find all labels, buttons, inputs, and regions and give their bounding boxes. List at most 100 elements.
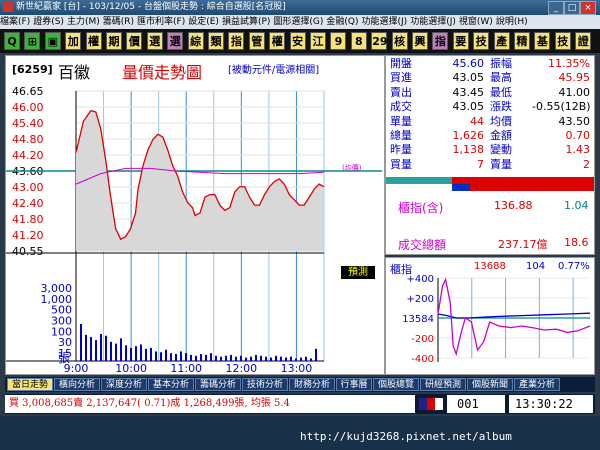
menu-item[interactable]: 說明(H) <box>496 17 528 27</box>
toolbar-button[interactable]: 8 <box>350 32 367 50</box>
volume-bar <box>165 349 167 361</box>
quote-value: 1,138 <box>452 143 485 157</box>
toolbar-button[interactable]: 要 <box>452 32 469 50</box>
volume-bar <box>280 356 282 361</box>
menu-item[interactable]: 損益試算(P) <box>222 17 270 27</box>
quote-label: 最高 <box>490 71 512 85</box>
volume-bar <box>265 356 267 361</box>
toolbar-button[interactable]: 加 <box>65 32 82 50</box>
price-tick-label: 43.00 <box>12 181 44 194</box>
menu-item[interactable]: 功能選擇(J) <box>410 17 456 27</box>
toolbar-button[interactable]: ⊞ <box>24 32 41 50</box>
time-tick-label: 11:00 <box>170 362 202 374</box>
ind-value: 13688 <box>474 261 506 272</box>
prediction-button[interactable]: 預測 <box>341 266 375 279</box>
quote-value: 43.05 <box>452 100 485 114</box>
maximize-button[interactable]: □ <box>564 1 580 15</box>
quote-table: 開盤 45.60 振幅 11.35% 買進 43.05 最高 45.95 賣出 43.45 最低 41… <box>386 57 594 175</box>
toolbar-button[interactable]: 29 <box>371 32 388 50</box>
analysis-tab[interactable]: 當日走勢 <box>7 378 53 391</box>
close-button[interactable]: × <box>580 1 596 15</box>
toolbar-button[interactable]: 興 <box>412 32 428 50</box>
analysis-tab[interactable]: 財務分析 <box>289 378 335 391</box>
toolbar-button[interactable]: 精 <box>514 32 530 50</box>
toolbar-button[interactable]: 期 <box>106 32 122 50</box>
analysis-tab[interactable]: 橫向分析 <box>54 378 100 391</box>
menu-item[interactable]: 圖形選擇(G) <box>273 17 323 27</box>
volume-bar <box>90 337 92 361</box>
toolbar-button[interactable]: 類 <box>208 32 224 50</box>
analysis-tab[interactable]: 個股總覽 <box>373 378 419 391</box>
turnover-value: 237.17億 <box>498 238 548 251</box>
menu-item[interactable]: 功能選擇(J) <box>362 17 408 27</box>
clock: 13:30:22 <box>509 395 593 413</box>
quote-value: -0.55(12B) <box>532 100 591 114</box>
volume-bar <box>155 351 157 361</box>
volume-bar <box>125 345 127 361</box>
price-volume-chart: 9:00 10:00 11:00 12:00 13:0046.6546.0045.404… <box>6 85 382 374</box>
volume-unit-label: 張 <box>58 351 70 365</box>
toolbar-button[interactable]: 技 <box>554 32 571 50</box>
toolbar-button[interactable]: ▣ <box>44 32 61 50</box>
toolbar-button[interactable]: 權 <box>85 32 102 50</box>
menu-item[interactable]: 視窗(W) <box>459 17 493 27</box>
toolbar-button[interactable]: 核 <box>391 32 408 50</box>
menu-item[interactable]: 籌碼(R) <box>103 17 134 27</box>
toolbar-button[interactable]: 綜 <box>187 32 204 50</box>
toolbar-button[interactable]: 證 <box>575 32 592 50</box>
menu-item[interactable]: 設定(E) <box>188 17 219 27</box>
price-tick-label: 44.20 <box>12 149 44 162</box>
toolbar-button[interactable]: 安 <box>289 32 306 50</box>
menu-item[interactable]: 證券(S) <box>33 17 64 27</box>
toolbar-button[interactable]: Q <box>4 32 20 50</box>
volume-bar <box>305 356 307 361</box>
analysis-tab[interactable]: 個股新聞 <box>467 378 513 391</box>
toolbar-button[interactable]: 江 <box>310 32 326 50</box>
price-tick-label: 41.80 <box>12 213 44 226</box>
turnover-change: 18.6 <box>564 236 589 249</box>
quote-row: 成交 43.05 漲跌 -0.55(12B) <box>386 100 596 114</box>
toolbar-button[interactable]: 指 <box>432 32 449 50</box>
menu-item[interactable]: 檔案(F) <box>0 17 30 27</box>
analysis-tab[interactable]: 籌碼分析 <box>195 378 241 391</box>
quote-value: 11.35% <box>548 57 590 70</box>
quote-label: 金額 <box>490 129 512 142</box>
price-chart-pane: [6259] 百徽 量價走勢圖 [被動元件/電源相關] 9:00 10:00 11:… <box>5 55 385 375</box>
ind-tick-label: 13584 <box>402 314 434 325</box>
toolbar-button[interactable]: 管 <box>248 32 265 50</box>
analysis-tab[interactable]: 研經預測 <box>420 378 466 391</box>
toolbar: Q ⊞ ▣ 加權期價選選綜類指管權安江 9 8 29 核興指要技產精基技證 <box>0 29 600 53</box>
quote-row: 昨量 1,138 變動 1.43 <box>386 143 596 157</box>
quote-row: 總量 1,626 金額 0.70 <box>386 129 596 143</box>
quote-label: 單量 <box>390 114 412 128</box>
analysis-tab[interactable]: 技術分析 <box>242 378 288 391</box>
quote-value: 43.05 <box>452 71 485 85</box>
menu-item[interactable]: 匯市利率(F) <box>137 17 185 27</box>
toolbar-button[interactable]: 權 <box>269 32 286 50</box>
toolbar-button[interactable]: 基 <box>534 32 551 50</box>
code-box[interactable]: 001 <box>447 395 505 413</box>
otc-index-chart: +400 +200 13584 -200 -400 <box>402 274 591 365</box>
analysis-tab[interactable]: 行事曆 <box>336 378 372 391</box>
toolbar-button[interactable]: 價 <box>126 32 143 50</box>
analysis-tab[interactable]: 基本分析 <box>148 378 194 391</box>
analysis-tab[interactable]: 產業分析 <box>514 378 560 391</box>
price-tick-label: 40.55 <box>12 245 44 258</box>
ind-tick-label: -400 <box>411 354 434 365</box>
otc-index-panel: 櫃指 13688 104 0.77% +400 +200 13584 -200 -400 <box>385 257 595 375</box>
volume-bar <box>80 324 82 361</box>
toolbar-button[interactable]: 指 <box>228 32 245 50</box>
toolbar-button[interactable]: 產 <box>493 32 510 50</box>
toolbar-button[interactable]: 技 <box>473 32 490 50</box>
menu-item[interactable]: 主力(M) <box>67 17 100 27</box>
volume-bar <box>250 356 252 361</box>
menu-item[interactable]: 金融(Q) <box>326 17 358 27</box>
watermark-url: http://kujd3268.pixnet.net/album <box>300 430 512 443</box>
toolbar-button[interactable]: 9 <box>330 32 347 50</box>
analysis-tab[interactable]: 深度分析 <box>101 378 147 391</box>
toolbar-button[interactable]: 選 <box>167 32 184 50</box>
toolbar-button[interactable]: 選 <box>146 32 163 50</box>
minimize-button[interactable]: _ <box>548 1 564 15</box>
ind-tick-label: -200 <box>411 334 434 345</box>
quote-label: 成交 <box>390 100 412 114</box>
